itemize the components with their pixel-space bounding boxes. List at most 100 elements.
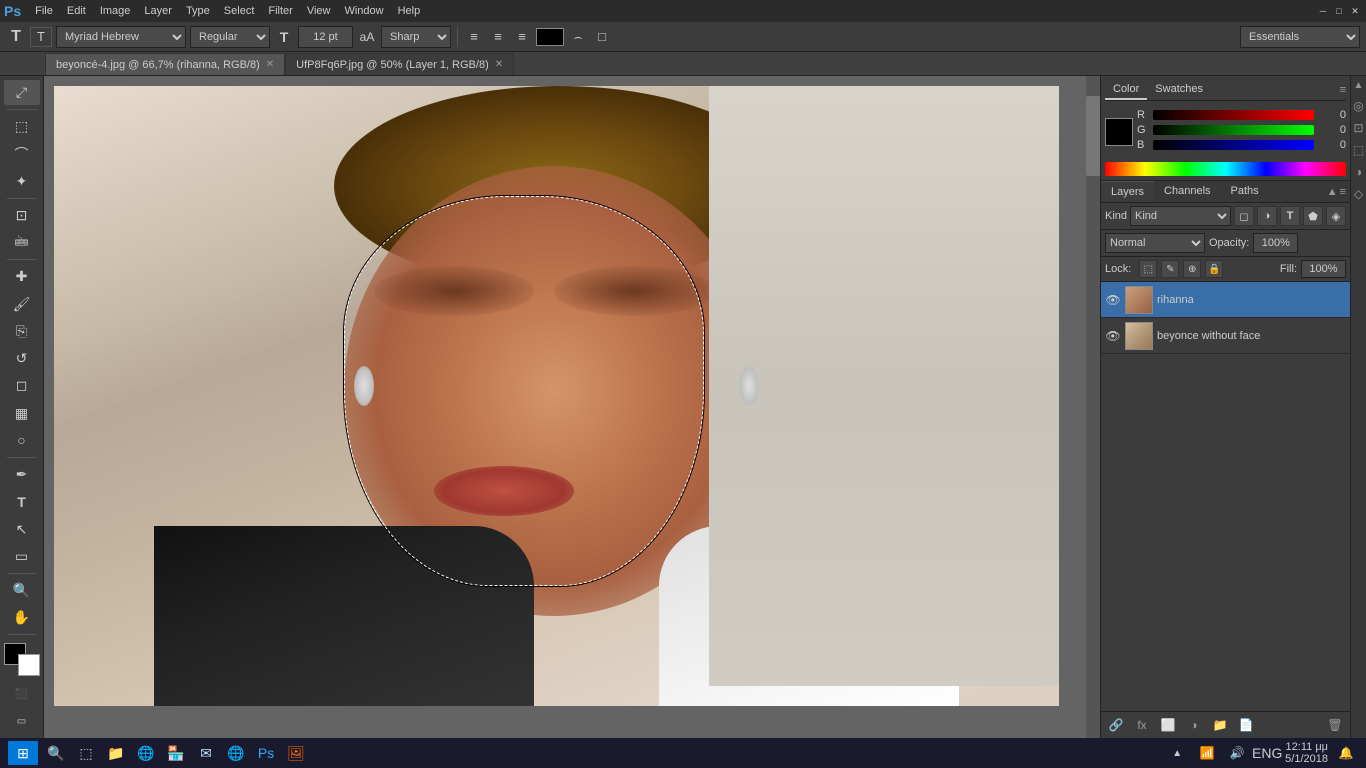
file-explorer-icon[interactable]: 📁 [104,741,128,765]
new-group-btn[interactable]: 📁 [1209,716,1231,734]
green-slider[interactable] [1153,125,1314,135]
background-color[interactable] [18,654,40,676]
antialiasing-select[interactable]: Sharp [381,26,451,48]
collapse-top-btn[interactable]: ▲ [1352,78,1366,92]
ufp8fq6p-tab-close[interactable]: ✕ [495,59,503,70]
font-style-select[interactable]: Regular [190,26,270,48]
menu-edit[interactable]: Edit [61,3,92,19]
text-color-box[interactable] [536,28,564,46]
maximize-button[interactable]: □ [1332,4,1346,18]
beyonce-tab-close[interactable]: ✕ [266,59,274,70]
start-button[interactable]: ⊞ [8,741,38,765]
taskbar-icon-5[interactable]: 🖼 [284,741,308,765]
layers-panel-menu[interactable]: ≡ [1340,186,1346,198]
panel-icon-3[interactable]: ⬚ [1349,140,1366,160]
color-tab[interactable]: Color [1105,80,1147,100]
align-right-icon[interactable]: ≡ [512,27,532,47]
menu-view[interactable]: View [301,3,337,19]
notification-icon[interactable]: 🔔 [1334,741,1358,765]
lock-position-btn[interactable]: ⊕ [1183,260,1201,278]
menu-window[interactable]: Window [338,3,389,19]
minimize-button[interactable]: ─ [1316,4,1330,18]
link-layers-btn[interactable]: 🔗 [1105,716,1127,734]
quick-mask-btn[interactable]: ⬛ [4,682,40,707]
blue-slider[interactable] [1153,140,1314,150]
screen-mode-btn[interactable]: ▭ [4,709,40,734]
panel-icon-1[interactable]: ◎ [1349,96,1366,116]
warp-text-icon[interactable]: ⌢ [568,27,588,47]
panel-icon-2[interactable]: ⊡ [1349,118,1366,138]
new-layer-btn[interactable]: 📄 [1235,716,1257,734]
shape-tool[interactable]: ▭ [4,544,40,569]
task-view-icon[interactable]: ⬚ [74,741,98,765]
align-left-icon[interactable]: ≡ [464,27,484,47]
path-select-tool[interactable]: ↖ [4,516,40,541]
history-brush-tool[interactable]: ↺ [4,346,40,371]
clone-tool[interactable]: ⎘ [4,319,40,344]
panel-icon-5[interactable]: ◇ [1349,184,1366,204]
chrome-icon[interactable]: 🌐 [224,741,248,765]
swatches-tab[interactable]: Swatches [1147,80,1211,100]
layer-item-rihanna[interactable]: 👁 rihanna [1101,282,1350,318]
photoshop-icon[interactable]: Ps [254,741,278,765]
kind-select[interactable]: Kind [1130,206,1231,226]
layer-fx-btn[interactable]: fx [1131,716,1153,734]
layers-tab[interactable]: Layers [1101,181,1154,202]
add-mask-btn[interactable]: ⬜ [1157,716,1179,734]
fill-input[interactable] [1301,260,1346,278]
layers-panel-collapse[interactable]: ▲ [1327,186,1338,198]
canvas-area[interactable] [44,76,1100,738]
windows-store-icon[interactable]: 🏪 [164,741,188,765]
crop-tool[interactable]: ⊡ [4,203,40,228]
magic-wand-tool[interactable]: ✦ [4,169,40,194]
dodge-tool[interactable]: ○ [4,428,40,453]
text-orient-icon[interactable]: T [30,27,52,47]
foreground-swatch[interactable] [1105,118,1133,146]
align-center-icon[interactable]: ≡ [488,27,508,47]
vertical-scrollbar[interactable] [1086,76,1100,738]
taskbar-expand-btn[interactable]: ▲ [1165,741,1189,765]
menu-file[interactable]: File [29,3,59,19]
move-tool[interactable]: ⤢ [4,80,40,105]
network-icon[interactable]: 📶 [1195,741,1219,765]
lock-all-btn[interactable]: 🔒 [1205,260,1223,278]
close-button[interactable]: ✕ [1348,4,1362,18]
layer-item-beyonce[interactable]: 👁 beyonce without face [1101,318,1350,354]
search-icon[interactable]: 🔍 [44,741,68,765]
filter-pixel-btn[interactable]: ◻ [1234,206,1254,226]
character-panel-icon[interactable]: □ [592,27,612,47]
blend-mode-select[interactable]: Normal [1105,233,1205,253]
panel-icon-4[interactable]: ◑ [1349,162,1366,182]
adjustment-layer-btn[interactable]: ◑ [1183,716,1205,734]
gradient-tool[interactable]: ▦ [4,400,40,425]
brush-tool[interactable]: 🖌 [4,291,40,316]
font-size-input[interactable] [298,26,353,48]
pen-tool[interactable]: ✒ [4,462,40,487]
filter-shape-btn[interactable]: ⬟ [1303,206,1323,226]
font-family-select[interactable]: Myriad Hebrew [56,26,186,48]
lock-transparency-btn[interactable]: ⬚ [1139,260,1157,278]
essentials-select[interactable]: Essentials [1240,26,1360,48]
eraser-tool[interactable]: ◻ [4,373,40,398]
layer-visibility-rihanna[interactable]: 👁 [1105,292,1121,308]
color-spectrum[interactable] [1105,162,1346,176]
lock-paint-btn[interactable]: ✎ [1161,260,1179,278]
menu-image[interactable]: Image [94,3,137,19]
zoom-tool[interactable]: 🔍 [4,578,40,603]
menu-help[interactable]: Help [392,3,427,19]
red-slider[interactable] [1153,110,1314,120]
beyonce-tab[interactable]: beyoncé-4.jpg @ 66,7% (rihanna, RGB/8) ✕ [45,53,285,75]
volume-icon[interactable]: 🔊 [1225,741,1249,765]
paths-tab[interactable]: Paths [1221,181,1269,202]
type-tool[interactable]: T [4,489,40,514]
delete-layer-btn[interactable]: 🗑 [1324,716,1346,734]
filter-smart-btn[interactable]: ◈ [1326,206,1346,226]
layer-visibility-beyonce[interactable]: 👁 [1105,328,1121,344]
menu-filter[interactable]: Filter [262,3,298,19]
hand-tool[interactable]: ✋ [4,605,40,630]
filter-adjust-btn[interactable]: ◑ [1257,206,1277,226]
opacity-input[interactable] [1253,233,1298,253]
menu-select[interactable]: Select [218,3,261,19]
channels-tab[interactable]: Channels [1154,181,1220,202]
vertical-scroll-thumb[interactable] [1086,96,1100,176]
